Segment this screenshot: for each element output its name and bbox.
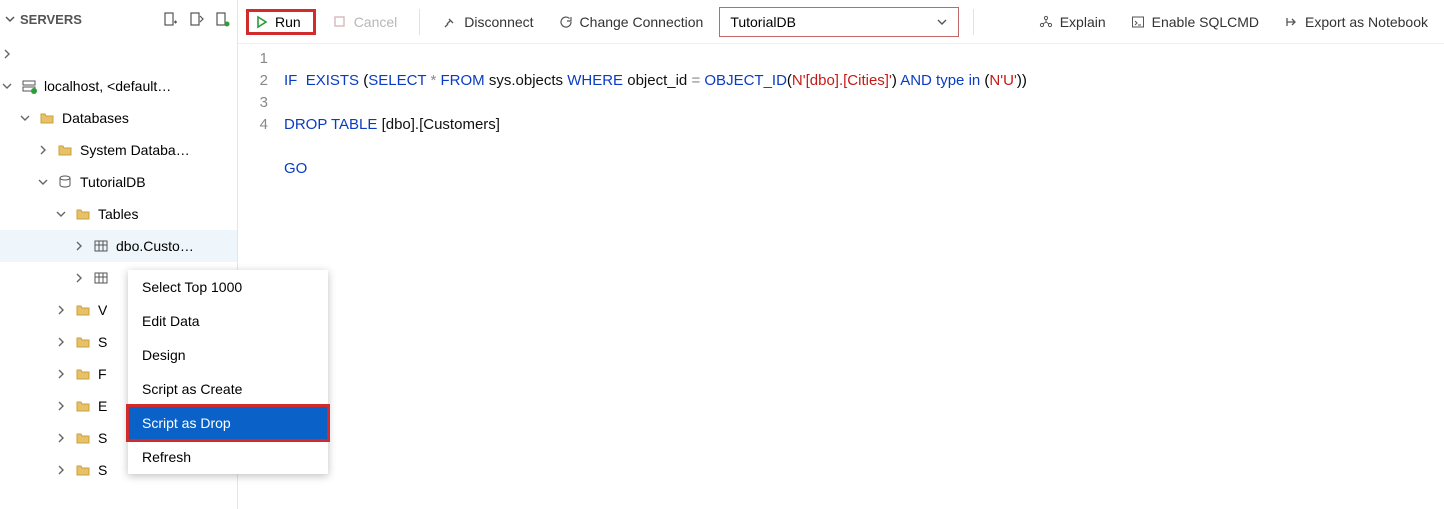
new-query-icon[interactable] bbox=[187, 10, 205, 28]
tree-row-tables[interactable]: Tables bbox=[0, 198, 237, 230]
server-label: localhost, <default… bbox=[44, 78, 171, 94]
sysdb-label: System Databa… bbox=[80, 142, 190, 158]
tutorialdb-label: TutorialDB bbox=[80, 174, 146, 190]
cancel-button: Cancel bbox=[324, 10, 406, 34]
folder-icon bbox=[56, 141, 74, 159]
folder-icon bbox=[74, 461, 92, 479]
folder-icon bbox=[38, 109, 56, 127]
tree-row-databases[interactable]: Databases bbox=[0, 102, 237, 134]
code-area[interactable]: IF EXISTS (SELECT * FROM sys.objects WHE… bbox=[284, 48, 1444, 268]
sqlcmd-button[interactable]: Enable SQLCMD bbox=[1122, 10, 1267, 34]
trunc-label: F bbox=[98, 366, 107, 382]
main-area: Run Cancel Disconnect Change Connection … bbox=[238, 0, 1444, 509]
cancel-label: Cancel bbox=[354, 14, 398, 30]
chevron-down-icon bbox=[936, 16, 948, 28]
chevron-right-icon[interactable] bbox=[56, 401, 74, 411]
divider bbox=[973, 9, 974, 35]
tree-row-blank[interactable] bbox=[0, 38, 237, 70]
disconnect-button[interactable]: Disconnect bbox=[434, 10, 541, 34]
sidebar-title-wrap[interactable]: SERVERS bbox=[4, 12, 82, 27]
sidebar-header-icons bbox=[161, 10, 231, 28]
chevron-right-icon[interactable] bbox=[38, 145, 56, 155]
tree-row-customers[interactable]: dbo.Custo… bbox=[0, 230, 237, 262]
plan-icon bbox=[1038, 14, 1054, 30]
chevron-down-icon[interactable] bbox=[38, 177, 56, 187]
ctx-design[interactable]: Design bbox=[128, 338, 328, 372]
sidebar-title: SERVERS bbox=[20, 12, 82, 27]
new-server-icon[interactable] bbox=[161, 10, 179, 28]
terminal-icon bbox=[1130, 14, 1146, 30]
folder-icon bbox=[74, 205, 92, 223]
table-icon bbox=[92, 237, 110, 255]
chevron-right-icon[interactable] bbox=[56, 337, 74, 347]
tables-label: Tables bbox=[98, 206, 138, 222]
trunc-label: V bbox=[98, 302, 107, 318]
chevron-right-icon[interactable] bbox=[56, 465, 74, 475]
customers-label: dbo.Custo… bbox=[116, 238, 194, 254]
ctx-refresh[interactable]: Refresh bbox=[128, 440, 328, 474]
run-label: Run bbox=[275, 14, 301, 30]
tree-row-server[interactable]: localhost, <default… bbox=[0, 70, 237, 102]
database-select[interactable]: TutorialDB bbox=[719, 7, 959, 37]
db-select-value: TutorialDB bbox=[730, 14, 796, 30]
folder-icon bbox=[74, 365, 92, 383]
disconnect-label: Disconnect bbox=[464, 14, 533, 30]
lineno: 4 bbox=[238, 114, 268, 136]
sql-editor[interactable]: 1 2 3 4 IF EXISTS (SELECT * FROM sys.obj… bbox=[238, 44, 1444, 268]
chevron-right-icon[interactable] bbox=[56, 305, 74, 315]
context-menu: Select Top 1000 Edit Data Design Script … bbox=[128, 270, 328, 474]
database-icon bbox=[56, 173, 74, 191]
server-icon bbox=[20, 77, 38, 95]
chevron-down-icon[interactable] bbox=[56, 209, 74, 219]
ctx-select-top[interactable]: Select Top 1000 bbox=[128, 270, 328, 304]
explain-label: Explain bbox=[1060, 14, 1106, 30]
table-icon bbox=[92, 269, 110, 287]
ctx-edit-data[interactable]: Edit Data bbox=[128, 304, 328, 338]
stop-icon bbox=[332, 14, 348, 30]
connect-icon[interactable] bbox=[213, 10, 231, 28]
change-connection-button[interactable]: Change Connection bbox=[550, 10, 712, 34]
query-toolbar: Run Cancel Disconnect Change Connection … bbox=[238, 0, 1444, 44]
trunc-label: S bbox=[98, 334, 107, 350]
trunc-label: E bbox=[98, 398, 107, 414]
chevron-right-icon[interactable] bbox=[56, 369, 74, 379]
chevron-right-icon[interactable] bbox=[74, 241, 92, 251]
chevron-right-icon[interactable] bbox=[2, 49, 20, 59]
explain-button[interactable]: Explain bbox=[1030, 10, 1114, 34]
lineno: 3 bbox=[238, 92, 268, 114]
folder-icon bbox=[74, 301, 92, 319]
tree-row-sysdb[interactable]: System Databa… bbox=[0, 134, 237, 166]
chevron-down-icon[interactable] bbox=[20, 113, 38, 123]
trunc-label: S bbox=[98, 430, 107, 446]
play-icon bbox=[255, 15, 269, 29]
trunc-label: S bbox=[98, 462, 107, 478]
ctx-script-create[interactable]: Script as Create bbox=[128, 372, 328, 406]
notebook-label: Export as Notebook bbox=[1305, 14, 1428, 30]
line-gutter: 1 2 3 4 bbox=[238, 48, 284, 268]
export-icon bbox=[1283, 14, 1299, 30]
databases-label: Databases bbox=[62, 110, 129, 126]
lineno: 2 bbox=[238, 70, 268, 92]
disconnect-icon bbox=[442, 14, 458, 30]
folder-icon bbox=[74, 333, 92, 351]
sidebar-header: SERVERS bbox=[0, 0, 237, 38]
chevron-right-icon[interactable] bbox=[74, 273, 92, 283]
sqlcmd-label: Enable SQLCMD bbox=[1152, 14, 1259, 30]
run-button[interactable]: Run bbox=[246, 9, 316, 35]
refresh-icon bbox=[558, 14, 574, 30]
ctx-script-drop[interactable]: Script as Drop bbox=[128, 406, 328, 440]
chevron-right-icon[interactable] bbox=[56, 433, 74, 443]
change-conn-label: Change Connection bbox=[580, 14, 704, 30]
chevron-down-icon bbox=[4, 13, 16, 25]
tree-row-tutorialdb[interactable]: TutorialDB bbox=[0, 166, 237, 198]
divider bbox=[419, 9, 420, 35]
export-notebook-button[interactable]: Export as Notebook bbox=[1275, 10, 1436, 34]
lineno: 1 bbox=[238, 48, 268, 70]
folder-icon bbox=[74, 429, 92, 447]
folder-icon bbox=[74, 397, 92, 415]
chevron-down-icon[interactable] bbox=[2, 81, 20, 91]
